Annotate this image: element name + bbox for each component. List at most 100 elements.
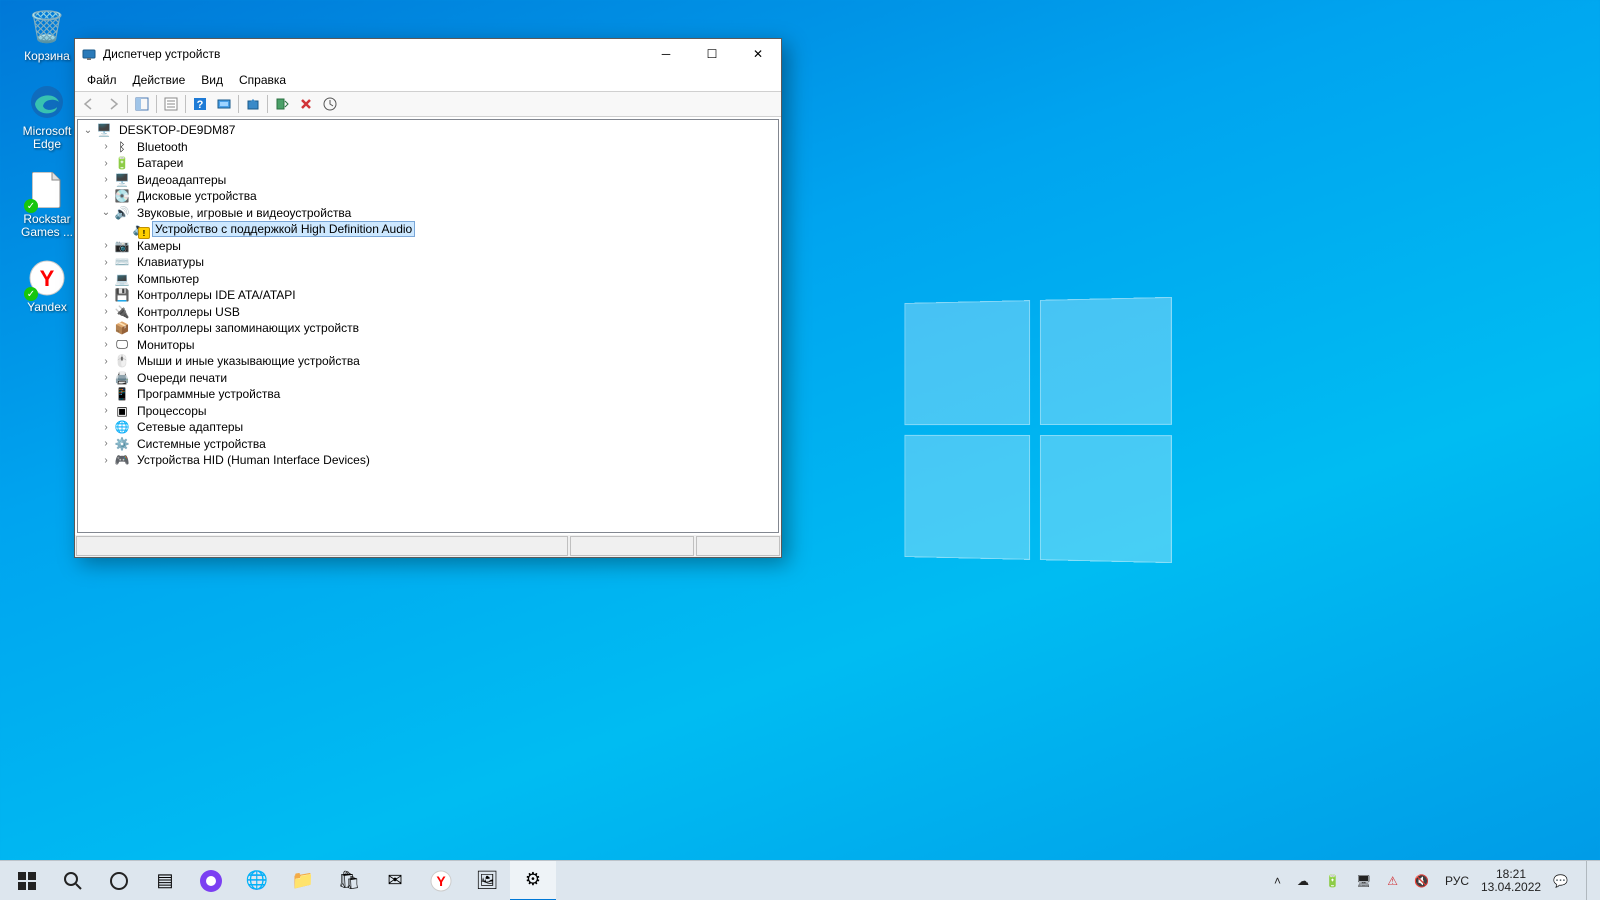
expand-icon[interactable]: › [100, 257, 112, 268]
expand-icon[interactable]: › [100, 141, 112, 152]
device-tree[interactable]: ⌄🖥️DESKTOP-DE9DM87›ᛒBluetooth›🔋Батареи›🖥… [77, 119, 779, 533]
taskbar-search-button[interactable] [50, 861, 96, 900]
menu-action[interactable]: Действие [125, 71, 194, 89]
help-button[interactable]: ? [188, 93, 212, 115]
uninstall-device-button[interactable] [294, 93, 318, 115]
app-icon [81, 46, 97, 62]
expand-icon[interactable]: › [100, 174, 112, 185]
collapse-icon[interactable]: ⌄ [100, 207, 112, 218]
tree-item[interactable]: ⌄🖥️DESKTOP-DE9DM87 [78, 122, 778, 139]
properties-button[interactable] [159, 93, 183, 115]
tree-item[interactable]: ›📱Программные устройства [78, 386, 778, 403]
hid-icon: 🎮 [114, 452, 130, 468]
tree-item[interactable]: ›💾 Контроллеры IDE ATA/ATAPI [78, 287, 778, 304]
taskbar-store-button[interactable]: 🛍 [326, 861, 372, 900]
taskbar-yandex-browser-button[interactable]: Y [418, 861, 464, 900]
taskbar-explorer-button[interactable]: 📁 [280, 861, 326, 900]
taskbar-device-manager-button[interactable]: ⚙ [510, 861, 556, 900]
expand-icon[interactable]: › [100, 240, 112, 251]
tree-item[interactable]: ›🔋Батареи [78, 155, 778, 172]
show-desktop-button[interactable] [1586, 861, 1592, 900]
tree-item[interactable]: ›⚙️Системные устройства [78, 436, 778, 453]
collapse-icon[interactable]: ⌄ [82, 125, 94, 136]
taskbar-edge-button[interactable]: 🌐 [234, 861, 280, 900]
taskbar-start-button[interactable] [4, 861, 50, 900]
onedrive-icon[interactable]: ☁ [1293, 872, 1313, 890]
battery-tray-icon[interactable]: 🔋 [1321, 872, 1344, 890]
tree-item[interactable]: ›ᛒBluetooth [78, 139, 778, 156]
tree-item[interactable]: ›📷Камеры [78, 238, 778, 255]
maximize-button[interactable]: ☐ [689, 39, 735, 69]
tree-item[interactable]: ›🖵Мониторы [78, 337, 778, 354]
taskbar-photos-button[interactable]: 🖼 [464, 861, 510, 900]
yandex-icon: Y [26, 257, 68, 299]
forward-button[interactable] [101, 93, 125, 115]
more-actions-button[interactable] [318, 93, 342, 115]
menu-view[interactable]: Вид [193, 71, 231, 89]
sound-icon: 🔊 [114, 205, 130, 221]
tree-item[interactable]: ›📦Контроллеры запоминающих устройств [78, 320, 778, 337]
close-button[interactable]: ✕ [735, 39, 781, 69]
display-tray-icon[interactable]: 🖥 [1352, 872, 1375, 890]
expand-icon[interactable]: › [100, 191, 112, 202]
minimize-button[interactable]: ─ [643, 39, 689, 69]
expand-icon[interactable]: › [100, 405, 112, 416]
tree-item[interactable]: ›🖥️Видеоадаптеры [78, 172, 778, 189]
menu-file[interactable]: Файл [79, 71, 125, 89]
edge-icon [26, 81, 68, 123]
expand-icon[interactable]: › [100, 290, 112, 301]
tree-item-label: Контроллеры IDE ATA/ATAPI [134, 288, 299, 302]
statusbar [75, 535, 781, 557]
taskbar-widgets-button[interactable]: ▤ [142, 861, 188, 900]
document-icon [26, 169, 68, 211]
show-hide-console-tree-button[interactable] [130, 93, 154, 115]
expand-icon[interactable]: › [100, 438, 112, 449]
taskbar-alice-button[interactable] [188, 861, 234, 900]
language-indicator[interactable]: РУС [1441, 872, 1473, 890]
menu-help[interactable]: Справка [231, 71, 294, 89]
expand-icon[interactable]: › [100, 455, 112, 466]
expand-icon[interactable]: › [100, 323, 112, 334]
storage-controller-icon: 📦 [114, 320, 130, 336]
tree-item[interactable]: ›💻Компьютер [78, 271, 778, 288]
tree-item[interactable]: ›⌨️Клавиатуры [78, 254, 778, 271]
tree-item-label: Мониторы [134, 338, 197, 352]
update-driver-button[interactable] [241, 93, 265, 115]
taskbar-mail-button[interactable]: ✉ [372, 861, 418, 900]
titlebar[interactable]: Диспетчер устройств ─ ☐ ✕ [75, 39, 781, 69]
expand-icon[interactable]: › [100, 422, 112, 433]
expand-icon[interactable]: › [100, 273, 112, 284]
expand-icon[interactable]: › [100, 389, 112, 400]
ide-controller-icon: 💾 [114, 287, 130, 303]
tree-item[interactable]: ›▣Процессоры [78, 403, 778, 420]
tree-item[interactable]: 🔈Устройство с поддержкой High Definition… [78, 221, 778, 238]
back-button[interactable] [77, 93, 101, 115]
software-device-icon: 📱 [114, 386, 130, 402]
tree-item-label: Контроллеры USB [134, 305, 243, 319]
scan-hardware-button[interactable] [212, 93, 236, 115]
svg-text:?: ? [197, 99, 204, 111]
expand-icon[interactable]: › [100, 306, 112, 317]
tray-chevron-icon[interactable]: ˄ [1270, 872, 1285, 890]
expand-icon[interactable]: › [100, 372, 112, 383]
volume-mute-icon[interactable]: 🔇 [1410, 872, 1433, 890]
taskbar-task-view-button[interactable] [96, 861, 142, 900]
clock[interactable]: 18:21 13.04.2022 [1481, 868, 1541, 894]
toolbar: ? [75, 91, 781, 117]
tree-item[interactable]: ›🖨️Очереди печати [78, 370, 778, 387]
tree-item[interactable]: ›💽Дисковые устройства [78, 188, 778, 205]
tree-item[interactable]: ›🖱️Мыши и иные указывающие устройства [78, 353, 778, 370]
tree-item[interactable]: ⌄🔊Звуковые, игровые и видеоустройства [78, 205, 778, 222]
action-center-icon[interactable]: 💬 [1549, 872, 1572, 890]
tree-item[interactable]: ›🌐Сетевые адаптеры [78, 419, 778, 436]
expand-icon[interactable]: › [100, 158, 112, 169]
expand-icon[interactable]: › [100, 339, 112, 350]
expand-icon[interactable]: › [100, 356, 112, 367]
network-warning-icon[interactable]: ⚠ [1383, 872, 1402, 890]
enable-device-button[interactable] [270, 93, 294, 115]
tree-item[interactable]: ›🔌Контроллеры USB [78, 304, 778, 321]
computer-icon: 💻 [114, 271, 130, 287]
system-tray: ˄ ☁ 🔋 🖥 ⚠ 🔇 РУС 18:21 13.04.2022 💬 [1270, 861, 1596, 900]
tree-item[interactable]: ›🎮Устройства HID (Human Interface Device… [78, 452, 778, 469]
computer-root-icon: 🖥️ [96, 122, 112, 138]
